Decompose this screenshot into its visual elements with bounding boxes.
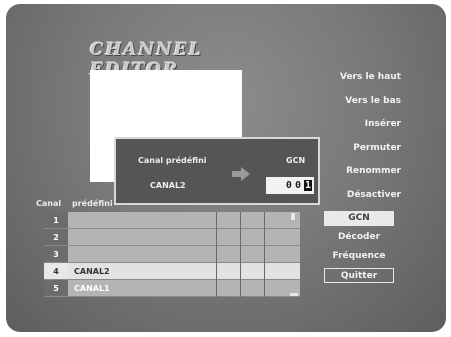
row-name xyxy=(68,246,300,262)
dialog-label-gcn: GCN xyxy=(286,156,306,165)
menu-item-decode[interactable]: Décoder xyxy=(324,230,394,245)
menu-item-move-up[interactable]: Vers le haut xyxy=(311,66,401,90)
tv-screen: CHANNEL EDITOR Vers le haut Vers le bas … xyxy=(6,4,446,332)
scroll-down-indicator[interactable] xyxy=(290,293,298,296)
side-menu: Vers le haut Vers le bas Insérer Permute… xyxy=(311,66,401,287)
row-name xyxy=(68,229,300,245)
list-body: 1 2 3 4 CANAL2 5 CANAL1 xyxy=(44,212,300,297)
table-row[interactable]: 2 xyxy=(44,229,300,246)
gcn-digit: 0 xyxy=(294,180,301,191)
menu-item-gcn[interactable]: GCN xyxy=(324,211,394,226)
menu-item-disable[interactable]: Désactiver xyxy=(311,184,401,208)
menu-item-swap[interactable]: Permuter xyxy=(311,137,401,161)
menu-item-move-down[interactable]: Vers le bas xyxy=(311,90,401,114)
quit-button[interactable]: Quitter xyxy=(324,268,394,283)
row-number: 3 xyxy=(44,246,68,262)
row-name xyxy=(68,212,300,228)
column-divider xyxy=(240,212,241,297)
table-row[interactable]: 1 xyxy=(44,212,300,229)
column-divider xyxy=(264,212,265,297)
gcn-number-input[interactable]: 0 0 1 xyxy=(266,177,314,194)
gcn-digit: 0 xyxy=(285,180,292,191)
row-number: 4 xyxy=(44,263,68,279)
arrow-right-icon xyxy=(232,167,250,181)
column-divider xyxy=(216,212,217,297)
table-row[interactable]: 5 CANAL1 xyxy=(44,280,300,297)
gcn-digit-cursor: 1 xyxy=(303,180,312,191)
menu-item-insert[interactable]: Insérer xyxy=(311,113,401,137)
row-number: 2 xyxy=(44,229,68,245)
row-number: 5 xyxy=(44,280,68,296)
row-name: CANAL2 xyxy=(68,263,300,279)
column-header-canal: Canal xyxy=(36,199,62,208)
menu-item-frequency[interactable]: Fréquence xyxy=(324,249,394,264)
channel-list: Canal prédéfini 1 2 3 4 CANAL2 5 CANAL1 xyxy=(36,196,300,297)
table-row-selected[interactable]: 4 CANAL2 xyxy=(44,263,300,280)
gcn-dialog: Canal prédéfini GCN CANAL2 0 0 1 xyxy=(114,137,320,205)
menu-item-rename[interactable]: Renommer xyxy=(311,160,401,184)
scroll-up-indicator[interactable] xyxy=(290,212,296,221)
table-row[interactable]: 3 xyxy=(44,246,300,263)
dialog-label-preset-channel: Canal prédéfini xyxy=(138,156,207,165)
row-number: 1 xyxy=(44,212,68,228)
dialog-channel-name: CANAL2 xyxy=(150,181,186,190)
column-header-predefini: prédéfini xyxy=(72,199,113,208)
row-name: CANAL1 xyxy=(68,280,300,296)
